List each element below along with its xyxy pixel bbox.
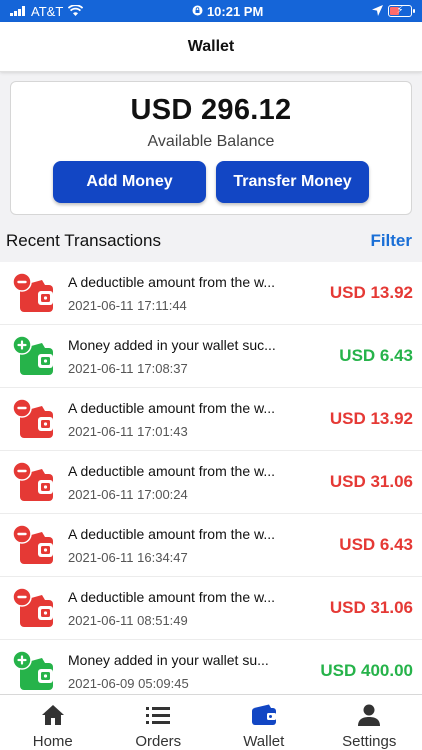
transaction-date: 2021-06-11 17:11:44 — [68, 298, 187, 313]
wallet-debit-icon — [12, 461, 56, 503]
location-arrow-icon — [371, 4, 383, 19]
battery-icon: ⚡ — [387, 5, 415, 17]
status-time: 10:21 PM — [206, 3, 264, 19]
nav-item-settings[interactable]: Settings — [317, 695, 422, 750]
transaction-title: Money added in your wallet su... — [68, 652, 269, 668]
home-icon — [40, 703, 66, 727]
balance-actions: Add Money Transfer Money — [53, 161, 369, 203]
transaction-date: 2021-06-11 17:01:43 — [68, 424, 188, 439]
wallet-credit-icon — [12, 335, 56, 377]
filter-button[interactable]: Filter — [370, 231, 412, 251]
transaction-date: 2021-06-11 17:08:37 — [68, 361, 188, 376]
nav-item-orders[interactable]: Orders — [106, 695, 212, 750]
transaction-title: A deductible amount from the w... — [68, 589, 276, 605]
transaction-amount: USD 400.00 — [320, 661, 413, 680]
transaction-title: A deductible amount from the w... — [68, 463, 276, 479]
recent-transactions-header: Recent Transactions Filter — [0, 226, 422, 256]
nav-label: Settings — [342, 733, 397, 750]
transaction-date: 2021-06-11 17:00:24 — [68, 487, 188, 502]
signal-icon — [10, 4, 26, 19]
orientation-lock-icon — [192, 4, 203, 19]
balance-label: Available Balance — [147, 133, 275, 150]
transaction-row[interactable]: A deductible amount from the w... 2021-0… — [0, 577, 422, 640]
wallet-debit-icon — [12, 398, 56, 440]
transaction-amount: USD 6.43 — [339, 535, 413, 554]
bottom-nav: Home Orders Wallet Settings — [0, 694, 422, 750]
nav-label: Wallet — [243, 733, 285, 750]
carrier-label: AT&T — [31, 3, 64, 19]
transaction-row[interactable]: A deductible amount from the w... 2021-0… — [0, 514, 422, 577]
transaction-title: A deductible amount from the w... — [68, 400, 276, 416]
transaction-amount: USD 31.06 — [329, 598, 413, 617]
transaction-row[interactable]: A deductible amount from the w... 2021-0… — [0, 388, 422, 451]
transaction-row[interactable]: A deductible amount from the w... 2021-0… — [0, 262, 422, 325]
transaction-title: A deductible amount from the w... — [68, 526, 276, 542]
balance-card: USD 296.12 Available Balance Add Money T… — [10, 81, 412, 215]
transfer-money-button[interactable]: Transfer Money — [216, 161, 369, 203]
wallet-debit-icon — [12, 272, 56, 314]
wallet-icon — [251, 703, 277, 727]
person-icon — [356, 703, 382, 727]
transaction-row[interactable]: Money added in your wallet suc... 2021-0… — [0, 325, 422, 388]
transaction-row[interactable]: Money added in your wallet su... 2021-06… — [0, 640, 422, 694]
app-header: Wallet — [0, 22, 422, 72]
status-bar: AT&T 10:21 PM ⚡ — [0, 0, 422, 22]
transaction-amount: USD 6.43 — [339, 346, 413, 365]
transaction-date: 2021-06-09 05:09:45 — [68, 676, 189, 691]
transaction-title: Money added in your wallet suc... — [68, 337, 276, 353]
transaction-date: 2021-06-11 16:34:47 — [68, 550, 188, 565]
balance-amount: USD 296.12 — [130, 94, 292, 126]
transaction-amount: USD 13.92 — [329, 409, 413, 428]
transaction-amount: USD 13.92 — [329, 283, 413, 302]
wallet-debit-icon — [12, 587, 56, 629]
list-icon — [145, 703, 171, 727]
wallet-debit-icon — [12, 524, 56, 566]
transaction-title: A deductible amount from the w... — [68, 274, 276, 290]
nav-item-wallet[interactable]: Wallet — [211, 695, 317, 750]
wifi-icon — [68, 3, 84, 19]
transaction-date: 2021-06-11 08:51:49 — [68, 613, 188, 628]
wallet-credit-icon — [12, 650, 56, 692]
nav-item-home[interactable]: Home — [0, 695, 106, 750]
section-title: Recent Transactions — [6, 231, 161, 250]
page-title: Wallet — [187, 37, 235, 55]
transaction-amount: USD 31.06 — [329, 472, 413, 491]
nav-label: Home — [32, 733, 73, 750]
nav-label: Orders — [135, 733, 182, 750]
add-money-button[interactable]: Add Money — [53, 161, 206, 203]
transaction-row[interactable]: A deductible amount from the w... 2021-0… — [0, 451, 422, 514]
transaction-list[interactable]: A deductible amount from the w... 2021-0… — [0, 262, 422, 694]
